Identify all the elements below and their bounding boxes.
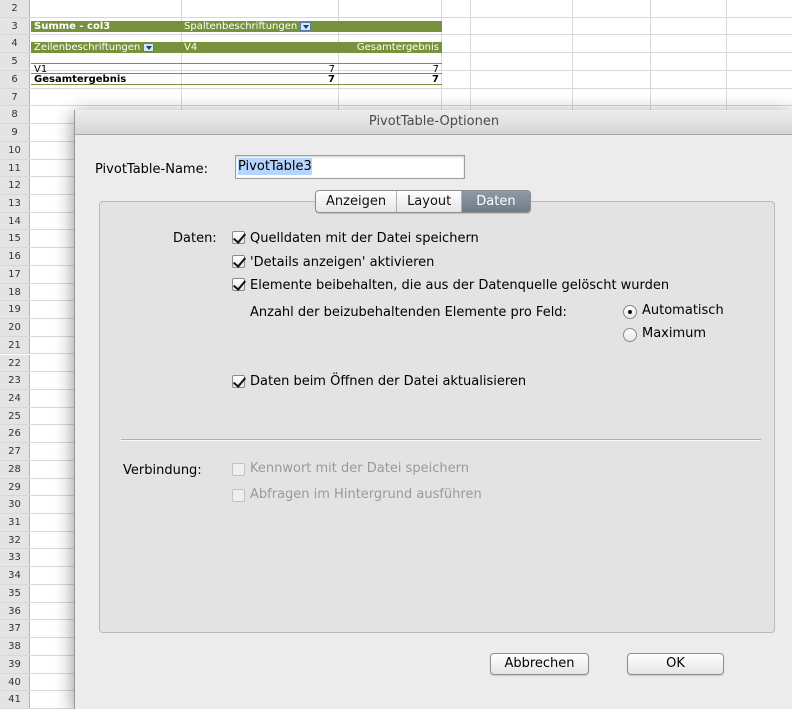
tab-anzeigen[interactable]: Anzeigen [316,191,398,212]
refresh-on-open-label[interactable]: Daten beim Öffnen der Datei aktualisiere… [250,374,526,389]
tab-bar: Anzeigen Layout Daten [315,190,531,213]
row-number[interactable]: 16 [0,248,30,265]
pivot-value-header[interactable]: Summe - col3 [31,21,181,32]
pivot-column-item[interactable]: V4 [181,42,338,53]
save-source-data-checkbox[interactable] [232,231,245,244]
tab-daten[interactable]: Daten [462,191,530,212]
pivot-column-labels-cell[interactable]: Spaltenbeschriftungen [181,21,442,32]
retain-deleted-items-checkbox[interactable] [232,278,245,291]
row-number[interactable]: 21 [0,336,30,354]
row-number[interactable]: 19 [0,301,30,319]
row-number[interactable]: 14 [0,212,30,230]
pivot-row-labels: Zeilenbeschriftungen [34,42,141,53]
row-number[interactable]: 36 [0,602,30,620]
background-query-checkbox[interactable] [232,489,245,502]
row-number[interactable]: 34 [0,567,30,584]
row-number[interactable]: 39 [0,655,30,673]
row-number[interactable]: 9 [0,124,30,141]
pivottable-options-dialog: PivotTable-Optionen PivotTable-Name: Piv… [74,110,792,709]
row-number[interactable]: 29 [0,478,30,496]
dialog-title: PivotTable-Optionen [75,110,792,135]
row-number[interactable]: 11 [0,159,30,177]
pivottable-name-input[interactable]: PivotTable3 [235,155,465,179]
row-number[interactable]: 27 [0,443,30,460]
row-number[interactable]: 12 [0,177,30,194]
save-password-checkbox[interactable] [232,463,245,476]
save-source-data-label[interactable]: Quelldaten mit der Datei speichern [250,231,479,246]
row-number[interactable]: 31 [0,514,30,531]
pivottable-name-label: PivotTable-Name: [95,162,208,177]
radio-automatic-label[interactable]: Automatisch [642,303,724,318]
row-number[interactable]: 17 [0,265,30,283]
row-number[interactable]: 8 [0,106,30,124]
ok-button[interactable]: OK [627,653,724,675]
enable-show-details-checkbox[interactable] [232,255,245,268]
row-number[interactable]: 32 [0,531,30,549]
row-number[interactable]: 23 [0,372,30,389]
pivot-grand-total-cell[interactable]: 7 [181,73,338,85]
pivottable-name-value: PivotTable3 [238,158,312,175]
row-number[interactable]: 2 [0,0,30,17]
background-query-label: Abfragen im Hintergrund ausführen [250,487,482,502]
save-password-label: Kennwort mit der Datei speichern [250,461,469,476]
row-number[interactable]: 37 [0,620,30,638]
pivot-grand-total-cell[interactable]: 7 [338,73,442,85]
row-number[interactable]: 22 [0,354,30,372]
row-filter-dropdown-icon[interactable] [143,42,155,52]
radio-maximum[interactable] [623,328,637,342]
row-number[interactable]: 41 [0,691,30,708]
section-separator [121,439,761,441]
row-number[interactable]: 40 [0,673,30,691]
row-number[interactable]: 15 [0,230,30,248]
options-group-box [99,201,775,633]
row-number[interactable]: 30 [0,496,30,514]
row-number[interactable]: 38 [0,638,30,655]
items-per-field-label: Anzahl der beizubehaltenden Elemente pro… [250,305,567,320]
sheet-row[interactable]: 2 [0,0,792,18]
enable-show-details-label[interactable]: 'Details anzeigen' aktivieren [250,255,434,270]
row-number[interactable]: 33 [0,549,30,567]
connection-section-label: Verbindung: [123,463,202,478]
row-number[interactable]: 18 [0,283,30,301]
retain-deleted-items-label[interactable]: Elemente beibehalten, die aus der Datenq… [250,278,669,293]
row-number[interactable]: 4 [0,35,30,53]
pivot-row-labels-cell[interactable]: Zeilenbeschriftungen [31,42,181,53]
cancel-button[interactable]: Abbrechen [490,653,589,675]
row-number[interactable]: 20 [0,319,30,336]
row-number[interactable]: 7 [0,88,30,106]
row-number[interactable]: 24 [0,389,30,407]
row-number[interactable]: 6 [0,70,30,88]
radio-maximum-label[interactable]: Maximum [642,326,706,341]
row-number[interactable]: 28 [0,460,30,478]
row-number[interactable]: 26 [0,425,30,443]
radio-automatic[interactable] [623,305,637,319]
row-number[interactable]: 10 [0,141,30,159]
column-filter-dropdown-icon[interactable] [300,21,312,31]
row-number[interactable]: 35 [0,584,30,602]
daten-section-label: Daten: [173,231,217,246]
pivot-grand-total-row-label[interactable]: Gesamtergebnis [31,73,181,85]
row-number[interactable]: 3 [0,17,30,35]
row-number[interactable]: 13 [0,194,30,212]
pivot-column-labels: Spaltenbeschriftungen [184,21,298,32]
pivot-grand-total-header[interactable]: Gesamtergebnis [338,42,442,53]
sheet-row[interactable]: 7 [0,88,792,107]
tab-layout[interactable]: Layout [397,191,463,212]
row-number[interactable]: 5 [0,53,30,70]
row-number[interactable]: 25 [0,407,30,425]
refresh-on-open-checkbox[interactable] [232,375,245,388]
